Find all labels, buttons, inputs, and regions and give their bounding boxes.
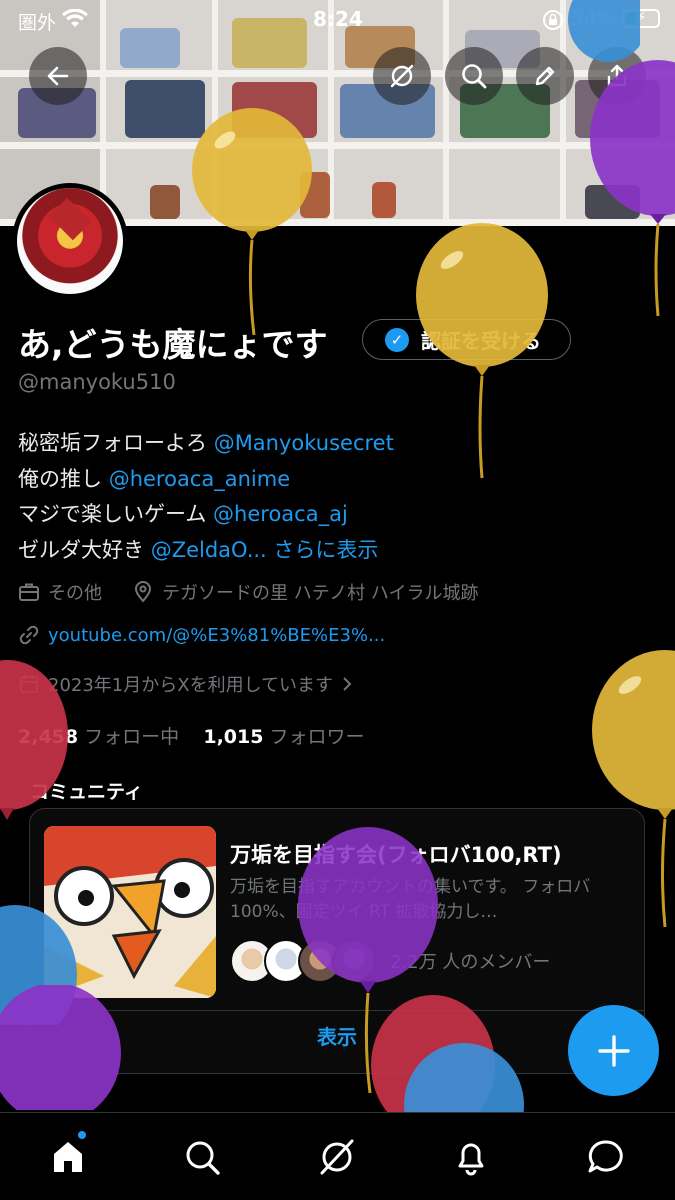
search-icon — [462, 64, 487, 89]
pencil-icon — [535, 66, 555, 86]
mention-link[interactable]: @heroaca_aj — [213, 502, 348, 526]
compose-button[interactable] — [568, 1005, 659, 1096]
back-arrow-icon — [47, 66, 69, 86]
follow-stats: 2,458 フォロー中 1,015 フォロワー — [18, 722, 365, 749]
profile-website[interactable]: youtube.com/@%E3%81%BE%E3%... — [18, 624, 385, 646]
wifi-icon — [62, 9, 88, 27]
bio-line: マジで楽しいゲーム @heroaca_aj — [18, 502, 348, 526]
website-link[interactable]: youtube.com/@%E3%81%BE%E3%... — [48, 625, 385, 646]
tab-notifications[interactable] — [445, 1133, 497, 1181]
get-verified-label: 認証を受ける — [421, 329, 541, 353]
profile-handle: @manyoku510 — [18, 370, 176, 394]
link-icon — [19, 625, 39, 645]
grok-button[interactable] — [373, 47, 431, 105]
verified-badge-icon: ✓ — [385, 327, 409, 352]
bio-line: 秘密垢フォローよろ @Manyokusecret — [18, 431, 394, 455]
carrier-label: 圏外 — [18, 12, 57, 34]
community-section-title: コミュニティ — [30, 781, 143, 803]
share-button[interactable] — [588, 47, 646, 105]
community-members: 2.2万 人のメンバー — [230, 937, 550, 985]
mention-link[interactable]: @Manyokusecret — [214, 431, 394, 455]
briefcase-icon — [19, 583, 39, 601]
get-verified-button[interactable]: ✓ 認証を受ける — [362, 319, 571, 360]
following-link[interactable]: 2,458 フォロー中 — [18, 726, 179, 748]
avatar[interactable] — [12, 183, 128, 299]
community-card[interactable]: 万垢を目指す会(フォロバ100,RT) 万垢を目指すアカウントの集いです。 フォ… — [29, 808, 645, 1074]
tab-grok[interactable] — [311, 1133, 363, 1181]
rotation-lock-icon — [543, 10, 563, 30]
mention-link[interactable]: @ZeldaO... — [151, 538, 267, 562]
location-pin-icon — [134, 581, 152, 603]
search-button[interactable] — [445, 47, 503, 105]
show-more-link[interactable]: さらに表示 — [273, 538, 378, 562]
bio-line: 俺の推し @heroaca_anime — [18, 466, 291, 491]
home-icon — [54, 1142, 82, 1172]
chat-icon — [588, 1140, 623, 1173]
status-bar: 圏外 8:24 34% ⚡ — [0, 0, 675, 38]
edit-button[interactable] — [516, 47, 574, 105]
profile-bio: 秘密垢フォローよろ @Manyokusecret 俺の推し @heroaca_a… — [18, 426, 394, 568]
chevron-right-icon — [343, 677, 352, 691]
community-title: 万垢を目指す会(フォロバ100,RT) — [230, 843, 562, 867]
search-icon — [186, 1141, 220, 1175]
divider — [30, 1010, 644, 1011]
home-notification-dot — [78, 1131, 86, 1139]
profile-joined[interactable]: 2023年1月からXを利用しています — [18, 671, 361, 697]
mention-link[interactable]: @heroaca_anime — [109, 467, 290, 491]
show-community-button[interactable]: 表示 — [30, 1021, 644, 1050]
plus-icon — [597, 1034, 630, 1067]
share-icon — [607, 64, 627, 87]
community-description: 万垢を目指すアカウントの集いです。 フォロバ100%、固定ツイ RT 拡散協力し… — [230, 877, 591, 922]
tab-explore[interactable] — [176, 1133, 228, 1181]
profile-category: その他 — [18, 579, 102, 605]
followers-link[interactable]: 1,015 フォロワー — [203, 726, 364, 748]
bottom-tab-bar — [0, 1112, 675, 1200]
calendar-icon — [20, 675, 38, 693]
profile-location: テガソードの里 ハテノ村 ハイラル城跡 — [132, 579, 479, 605]
clock: 8:24 — [313, 7, 363, 31]
community-image — [44, 826, 216, 998]
members-count: 2.2万 人のメンバー — [390, 952, 551, 973]
bio-line: ゼルダ大好き @ZeldaO... さらに表示 — [18, 537, 379, 562]
back-button[interactable] — [29, 47, 87, 105]
bell-icon — [458, 1143, 484, 1176]
profile-name: あ,どうも魔にょです — [18, 325, 328, 364]
battery-icon: ⚡ — [622, 8, 660, 28]
tab-messages[interactable] — [580, 1133, 632, 1181]
battery-percent: 34% — [572, 8, 615, 30]
member-avatar — [332, 939, 376, 983]
tab-home[interactable] — [42, 1133, 94, 1181]
grok-icon — [320, 1139, 354, 1175]
grok-icon — [390, 64, 414, 88]
